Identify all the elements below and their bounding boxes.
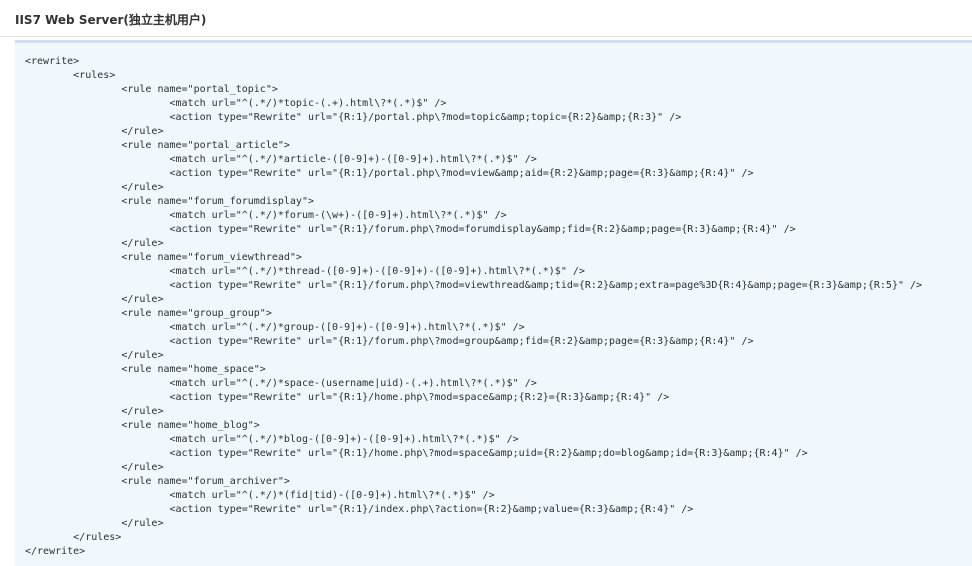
code-line: <match url="^(.*/)*thread-([0-9]+)-([0-9…	[25, 266, 585, 277]
code-block: <rewrite> <rules> <rule name="portal_top…	[15, 40, 972, 566]
code-line: </rule>	[25, 238, 164, 249]
code-line: <rule name="home_blog">	[25, 420, 260, 431]
code-line: <action type="Rewrite" url="{R:1}/forum.…	[25, 336, 754, 347]
code-line: </rules>	[25, 532, 122, 543]
code-line: <action type="Rewrite" url="{R:1}/index.…	[25, 504, 694, 515]
code-line: <rule name="forum_viewthread">	[25, 252, 302, 263]
code-line: </rule>	[25, 350, 164, 361]
code-line: <action type="Rewrite" url="{R:1}/home.p…	[25, 448, 808, 459]
code-line: <action type="Rewrite" url="{R:1}/forum.…	[25, 224, 796, 235]
code-line: <rule name="group_group">	[25, 308, 272, 319]
code-line: <action type="Rewrite" url="{R:1}/portal…	[25, 168, 754, 179]
code-line: <rule name="forum_forumdisplay">	[25, 196, 314, 207]
header-divider	[0, 36, 972, 37]
code-line: </rule>	[25, 126, 164, 137]
code-line: <match url="^(.*/)*article-([0-9]+)-([0-…	[25, 154, 537, 165]
code-line: <action type="Rewrite" url="{R:1}/portal…	[25, 112, 682, 123]
code-line: <action type="Rewrite" url="{R:1}/forum.…	[25, 280, 923, 291]
code-line: </rule>	[25, 518, 164, 529]
code-line: <action type="Rewrite" url="{R:1}/home.p…	[25, 392, 670, 403]
code-line: <rule name="portal_article">	[25, 140, 290, 151]
code-line: <match url="^(.*/)*space-(username|uid)-…	[25, 378, 537, 389]
code-line: </rule>	[25, 182, 164, 193]
code-line: <rewrite>	[25, 56, 80, 67]
code-line: </rule>	[25, 294, 164, 305]
code-line: <rules>	[25, 70, 116, 81]
code-line: <match url="^(.*/)*group-([0-9]+)-([0-9]…	[25, 322, 525, 333]
code-line: <match url="^(.*/)*topic-(.+).html\?*(.*…	[25, 98, 447, 109]
code-line: </rule>	[25, 462, 164, 473]
code-line: <rule name="forum_archiver">	[25, 476, 290, 487]
code-line: <match url="^(.*/)*blog-([0-9]+)-([0-9]+…	[25, 434, 519, 445]
code-line: </rule>	[25, 406, 164, 417]
code-line: <match url="^(.*/)*forum-(\w+)-([0-9]+).…	[25, 210, 507, 221]
code-line: <rule name="portal_topic">	[25, 84, 278, 95]
code-line: </rewrite>	[25, 546, 86, 557]
section-title: IIS7 Web Server(独立主机用户)	[15, 13, 207, 27]
code-content: <rewrite> <rules> <rule name="portal_top…	[25, 55, 922, 559]
code-line: <match url="^(.*/)*(fid|tid)-([0-9]+).ht…	[25, 490, 495, 501]
code-line: <rule name="home_space">	[25, 364, 266, 375]
